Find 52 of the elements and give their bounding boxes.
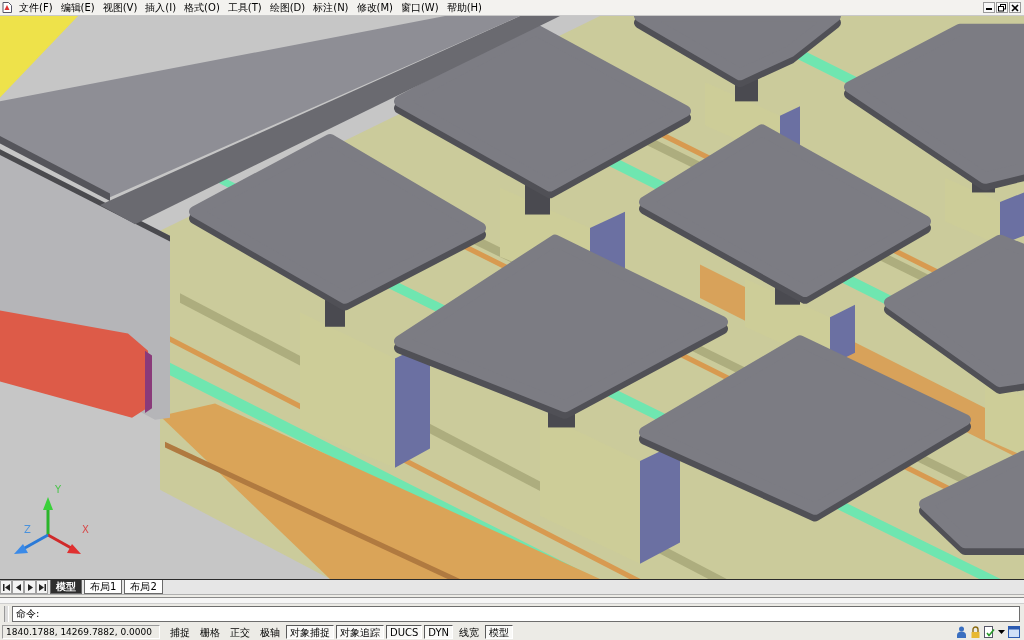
caret-icon[interactable] [998, 630, 1005, 634]
previous-tab-button[interactable] [12, 580, 24, 594]
status-toggle-button[interactable]: 栅格 [196, 625, 224, 639]
menu-item[interactable]: 视图(V) [98, 1, 142, 14]
status-toggle-button[interactable]: DYN [424, 625, 454, 639]
resize-grip[interactable] [4, 606, 9, 622]
layout-tab[interactable]: 模型 [50, 580, 82, 594]
menu-item[interactable]: 工具(T) [223, 1, 266, 14]
coordinate-readout: 1840.1788, 14269.7882, 0.0000 [2, 625, 160, 639]
status-toggle-button[interactable]: 模型 [485, 625, 514, 639]
window-icon[interactable] [1008, 626, 1020, 638]
status-toggle-button[interactable]: 线宽 [455, 625, 484, 639]
padlock-icon[interactable] [970, 626, 981, 638]
axis-label: X [82, 525, 89, 535]
skip-end-icon [38, 583, 46, 591]
ucs-axes-icon [13, 496, 82, 555]
minimize-button[interactable] [983, 2, 995, 13]
status-toggle-button[interactable]: 对象捕捉 [286, 625, 334, 639]
menu-item[interactable]: 修改(M) [352, 1, 397, 14]
first-tab-button[interactable] [0, 580, 12, 594]
menu-item[interactable]: 文件(F) [15, 1, 57, 14]
close-button[interactable] [1009, 2, 1021, 13]
axis-label: Z [24, 525, 31, 535]
restore-button[interactable] [996, 2, 1008, 13]
command-prompt: 命令: [16, 608, 40, 620]
menu-item[interactable]: 插入(I) [141, 1, 181, 14]
drawing-file-icon[interactable] [2, 2, 12, 13]
menu-item[interactable]: 窗口(W) [396, 1, 443, 14]
status-toggle-button[interactable]: 极轴 [256, 625, 284, 639]
status-toggle-button[interactable]: 正交 [226, 625, 254, 639]
triangle-right-icon [26, 583, 34, 591]
axis-label: Y [55, 485, 62, 495]
menu-item[interactable]: 格式(O) [180, 1, 224, 14]
menu-item[interactable]: 绘图(D) [265, 1, 310, 14]
minimize-icon [986, 8, 992, 10]
layout-tab[interactable]: 布局1 [84, 580, 123, 594]
document-check-icon[interactable] [984, 626, 995, 638]
skip-start-icon [2, 583, 10, 591]
menu-item[interactable]: 标注(N) [309, 1, 353, 14]
menu-item[interactable]: 编辑(E) [56, 1, 99, 14]
command-input-field[interactable]: 命令: [12, 606, 1020, 622]
triangle-left-icon [14, 583, 22, 591]
layout-tab[interactable]: 布局2 [124, 580, 163, 594]
status-toggle-button[interactable]: DUCS [386, 625, 423, 639]
status-toggle-button[interactable]: 捕捉 [166, 625, 194, 639]
person-icon[interactable] [956, 626, 967, 638]
status-toggle-button[interactable]: 对象追踪 [336, 625, 384, 639]
restore-icon [998, 3, 1006, 12]
close-icon [1011, 3, 1019, 12]
next-tab-button[interactable] [24, 580, 36, 594]
last-tab-button[interactable] [36, 580, 48, 594]
menu-item[interactable]: 帮助(H) [442, 1, 486, 14]
